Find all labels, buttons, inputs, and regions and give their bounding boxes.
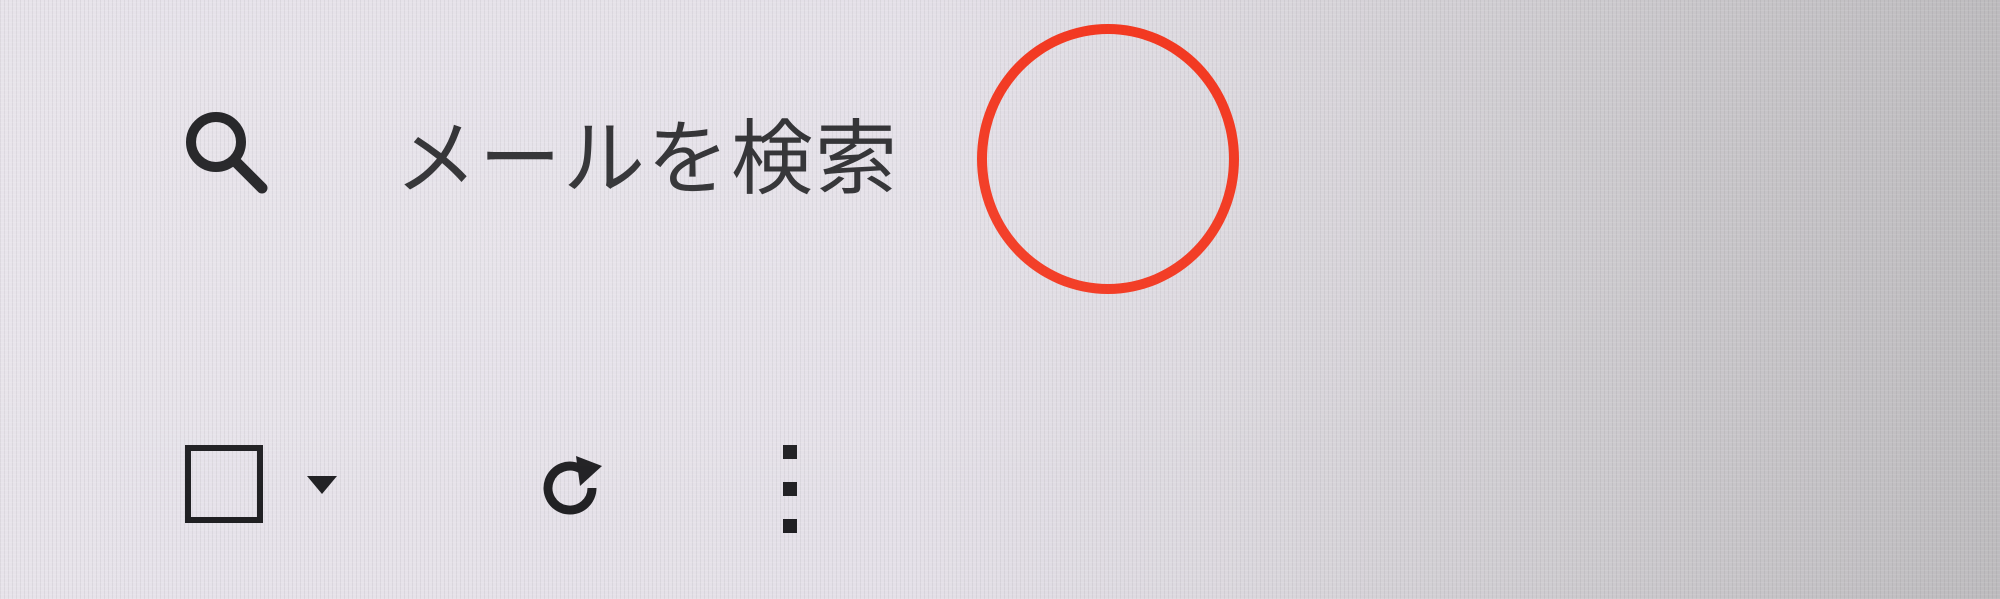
search-icon[interactable] [180, 106, 270, 196]
more-vertical-icon[interactable] [780, 442, 800, 538]
mail-toolbar [150, 420, 850, 540]
caret-down-icon[interactable] [305, 474, 339, 496]
gmail-screen: メールを検索 [0, 0, 2000, 599]
search-bar[interactable]: メールを検索 [150, 70, 1050, 230]
refresh-icon[interactable] [530, 448, 610, 528]
search-input[interactable]: メールを検索 [395, 112, 899, 208]
annotation-circle [977, 24, 1239, 294]
select-checkbox[interactable] [185, 445, 263, 523]
